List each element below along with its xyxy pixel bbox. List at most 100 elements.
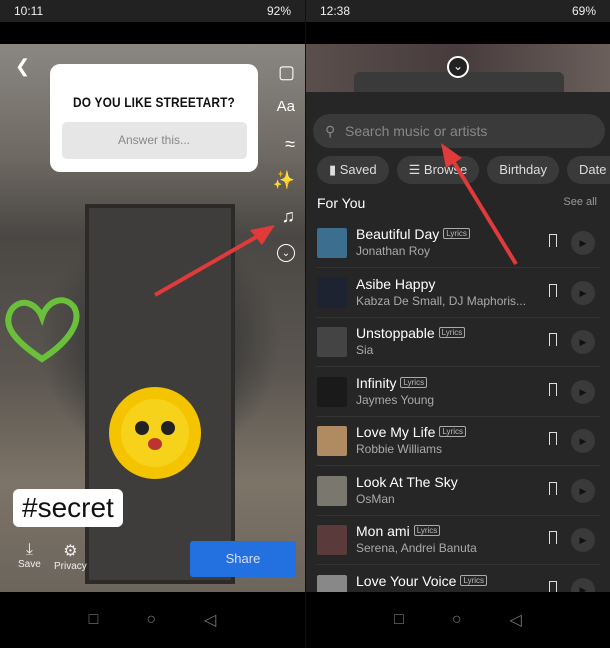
track-row[interactable]: Look At The Sky OsMan ▶: [316, 467, 600, 516]
play-button[interactable]: ▶: [571, 280, 595, 305]
see-all-link[interactable]: See all: [563, 196, 597, 208]
status-bar: 10:11 92%: [0, 0, 305, 22]
track-artist: Serena, Andrei Banuta: [356, 541, 477, 555]
recents-icon[interactable]: □: [89, 611, 99, 629]
system-nav-bar: □ ○ ◁: [306, 592, 610, 648]
bookmark-icon[interactable]: [549, 283, 557, 297]
search-input[interactable]: ⚲ Search music or artists: [313, 114, 605, 148]
effects-icon[interactable]: ✨: [273, 170, 295, 191]
chip-saved[interactable]: ▮ Saved: [317, 156, 389, 184]
search-placeholder: Search music or artists: [345, 123, 488, 139]
play-icon: ▶: [579, 287, 587, 298]
system-nav-bar: □ ○ ◁: [0, 592, 305, 648]
play-icon: ▶: [579, 436, 587, 446]
track-row[interactable]: Mon ami Lyrics Serena, Andrei Banuta ▶: [316, 516, 600, 565]
chip-browse[interactable]: ☰ Browse: [396, 156, 480, 184]
track-row[interactable]: Love My Life Lyrics Robbie Williams ▶: [316, 417, 600, 466]
chip-birthday[interactable]: Birthday: [487, 156, 559, 184]
track-row[interactable]: Infinity Lyrics Jaymes Young ▶: [316, 368, 600, 417]
save-button[interactable]: ⤓ Save: [18, 541, 41, 570]
track-title-text: Asibe Happy: [356, 275, 436, 292]
bookmark-icon[interactable]: [549, 531, 557, 544]
lyrics-badge: Lyrics: [413, 525, 441, 536]
draw-icon[interactable]: ≈: [285, 134, 295, 155]
play-button[interactable]: ▶: [571, 379, 595, 404]
album-art: [317, 228, 347, 258]
lyrics-badge: Lyrics: [439, 426, 466, 437]
share-button[interactable]: Share: [190, 541, 296, 577]
heart-sticker[interactable]: [2, 289, 82, 369]
chip-date-night[interactable]: Date Nig: [566, 156, 610, 184]
back-nav-icon[interactable]: ◁: [510, 610, 522, 630]
bookmark-icon: ▮: [329, 162, 340, 177]
album-art: [317, 277, 347, 308]
album-art: [317, 426, 347, 456]
sticker-icon[interactable]: ▢: [278, 62, 295, 83]
track-title: Love My Life Lyrics: [356, 424, 466, 440]
chip-label: Browse: [423, 162, 468, 177]
track-title: Asibe Happy: [356, 276, 435, 292]
question-sticker[interactable]: DO YOU LIKE STREETART? Answer this...: [50, 64, 258, 172]
privacy-icon: ⚙: [63, 543, 78, 560]
play-icon: ▶: [579, 386, 587, 397]
story-editor-screen: 10:11 92% ❮ ▢ Aa ≈ ✨ ♫ ⌄ DO YOU LIKE STRE…: [0, 0, 305, 648]
track-title: Love Your Voice Lyrics: [356, 573, 488, 589]
play-button[interactable]: ▶: [571, 231, 595, 255]
track-artist: Jonathan Roy: [356, 244, 431, 258]
collapse-chevron-icon[interactable]: ⌄: [447, 56, 469, 78]
bookmark-icon[interactable]: [549, 382, 557, 396]
track-title-text: Infinity: [356, 374, 397, 391]
album-art: [317, 525, 347, 555]
track-title: Beautiful Day Lyrics: [356, 226, 470, 242]
home-icon[interactable]: ○: [452, 611, 462, 629]
music-picker-screen: 12:38 69% ⌄ ⚲ Search music or artists ▮ Sa…: [305, 0, 610, 648]
track-artist: Sia: [356, 343, 374, 357]
privacy-button[interactable]: ⚙ Privacy: [54, 541, 87, 572]
play-button[interactable]: ▶: [571, 330, 595, 354]
back-icon[interactable]: ❮: [15, 56, 30, 77]
sun-sticker[interactable]: [106, 384, 204, 482]
track-artist: Robbie Williams: [356, 442, 443, 456]
play-icon: ▶: [579, 535, 587, 545]
track-row[interactable]: Beautiful Day Lyrics Jonathan Roy ▶: [316, 219, 600, 268]
recents-icon[interactable]: □: [394, 611, 404, 629]
hashtag-sticker[interactable]: #secret: [13, 489, 123, 527]
text-icon[interactable]: Aa: [277, 98, 295, 115]
home-icon[interactable]: ○: [146, 611, 156, 629]
privacy-label: Privacy: [54, 561, 87, 572]
list-icon: ☰: [408, 162, 424, 177]
track-title-text: Unstoppable: [356, 325, 435, 341]
play-button[interactable]: ▶: [571, 528, 595, 552]
track-row[interactable]: Unstoppable Lyrics Sia ▶: [316, 318, 600, 367]
battery: 69%: [571, 4, 596, 18]
category-chips: ▮ Saved ☰ Browse Birthday Date Nig: [317, 156, 610, 184]
play-button[interactable]: ▶: [571, 478, 595, 503]
bookmark-icon[interactable]: [549, 432, 557, 445]
track-artist: Kabza De Small, DJ Maphoris...: [356, 293, 527, 308]
bookmark-icon[interactable]: [549, 333, 557, 346]
battery: 92%: [266, 4, 291, 18]
back-nav-icon[interactable]: ◁: [204, 610, 216, 630]
play-icon: ▶: [579, 337, 587, 347]
track-title-text: Beautiful Day: [356, 226, 440, 242]
album-art: [317, 475, 347, 506]
music-icon[interactable]: ♫: [282, 206, 296, 227]
status-bar: 12:38 69%: [306, 0, 610, 22]
lyrics-badge: Lyrics: [460, 574, 488, 586]
track-title: Unstoppable Lyrics: [356, 325, 466, 341]
play-icon: ▶: [579, 238, 587, 248]
track-row[interactable]: Asibe Happy Kabza De Small, DJ Maphoris.…: [316, 269, 600, 318]
play-button[interactable]: ▶: [571, 429, 595, 453]
track-artist: Jaymes Young: [356, 392, 435, 407]
album-art: [317, 327, 347, 357]
chip-label: Saved: [339, 162, 377, 177]
bookmark-icon[interactable]: [549, 234, 557, 247]
lyrics-badge: Lyrics: [438, 327, 466, 338]
album-art: [317, 376, 347, 407]
lyrics-badge: Lyrics: [443, 228, 470, 239]
chevron-down-icon[interactable]: ⌄: [277, 244, 295, 262]
answer-input[interactable]: Answer this...: [61, 122, 247, 159]
bookmark-icon[interactable]: [549, 481, 557, 495]
play-icon: ▶: [579, 485, 587, 496]
clock: 10:11: [14, 4, 44, 18]
